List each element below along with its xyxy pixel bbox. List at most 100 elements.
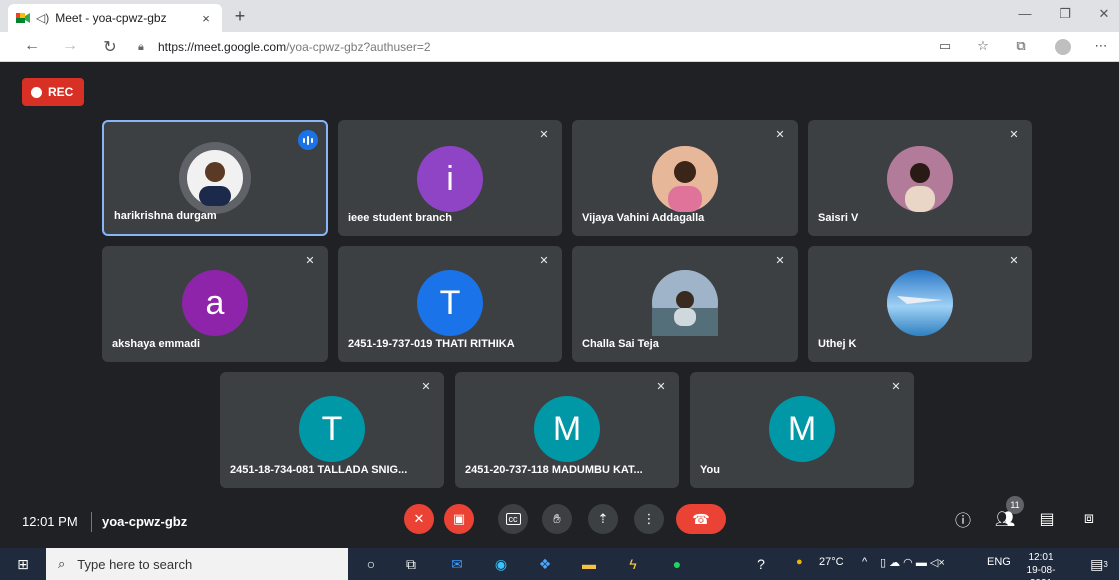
cast-icon[interactable]: ▭ (936, 38, 954, 54)
dropbox-icon[interactable]: ❖ (532, 552, 558, 576)
participant-name: You (700, 464, 720, 476)
weather-icon[interactable]: ● (796, 556, 803, 568)
new-tab-button[interactable]: + (230, 6, 250, 27)
reload-icon[interactable]: ↻ (100, 37, 120, 57)
captions-icon: cc (505, 513, 521, 525)
meeting-details-icon[interactable]: ⓘ (952, 508, 974, 530)
hang-up-icon: ☎ (692, 510, 710, 527)
mic-off-icon: ✕ (1009, 129, 1019, 141)
browser-tab-bar: ◁) Meet - yoa-cpwz-gbz × + — ❐ ✕ (0, 0, 1119, 32)
participant-name: 2451-18-734-081 TALLADA SNIG... (230, 464, 408, 476)
restore-icon[interactable]: ❐ (1050, 6, 1080, 22)
chat-icon[interactable]: ▤ (1036, 508, 1058, 530)
people-icon[interactable]: 👥︎ (994, 508, 1016, 530)
participant-name: Challa Sai Teja (582, 338, 659, 350)
cortana-icon[interactable]: ○ (358, 552, 384, 576)
notifications-icon[interactable]: ▤ 3 (1086, 552, 1112, 576)
recording-indicator[interactable]: REC (22, 78, 84, 106)
activities-icon[interactable]: ⧈ (1078, 508, 1100, 530)
tray-icons[interactable]: ▯ ☁ ◠ ▬ ◁× (880, 556, 945, 569)
favorites-icon[interactable]: ☆ (974, 38, 992, 54)
meeting-time: 12:01 PM (22, 514, 78, 529)
participant-tile[interactable]: harikrishna durgam (102, 120, 328, 236)
windows-taskbar: ⊞ ⌕ Type here to search ○ ⧉ ✉ ◉ ❖ ▬ ϟ ● … (0, 548, 1119, 580)
leave-call-button[interactable]: ☎ (676, 504, 726, 534)
separator (91, 512, 92, 532)
help-icon[interactable]: ? (748, 552, 774, 576)
more-options-button[interactable]: ⋮ (634, 504, 664, 534)
participant-tile[interactable]: ✕ i ieee student branch (338, 120, 562, 236)
browser-tab[interactable]: ◁) Meet - yoa-cpwz-gbz × (8, 4, 222, 32)
task-view-icon[interactable]: ⧉ (398, 552, 424, 576)
meet-control-bar: 12:01 PM yoa-cpwz-gbz ✕ ▣ cc ✋︎ ⇡ ⋮ ☎ ⓘ … (0, 496, 1119, 548)
url-host: https://meet.google.com (158, 40, 287, 54)
self-tile[interactable]: ✕ M You (690, 372, 914, 488)
participant-tile[interactable]: ✕ Challa Sai Teja (572, 246, 798, 362)
file-explorer-icon[interactable]: ▬ (576, 552, 602, 576)
present-button[interactable]: ⇡ (588, 504, 618, 534)
edge-icon[interactable]: ◉ (488, 552, 514, 576)
temperature: 27°C (819, 556, 844, 568)
participant-tile[interactable]: ✕ T 2451-18-734-081 TALLADA SNIG... (220, 372, 444, 488)
taskbar-search-box[interactable]: ⌕ Type here to search (46, 548, 348, 580)
url-field[interactable]: 🔒︎ https://meet.google.com/yoa-cpwz-gbz?… (138, 36, 918, 58)
participant-name: harikrishna durgam (114, 210, 217, 222)
meet-stage: REC harikrishna durgam ✕ i ieee student … (0, 62, 1119, 548)
participant-avatar: M (534, 396, 600, 462)
lock-icon[interactable]: 🔒︎ (138, 41, 152, 54)
windows-start-icon[interactable]: ⊞ (0, 548, 46, 580)
tab-title: Meet - yoa-cpwz-gbz (55, 11, 167, 25)
participant-avatar: T (417, 270, 483, 336)
forward-icon[interactable]: → (60, 37, 80, 55)
participant-avatar (179, 142, 251, 214)
participant-avatar (887, 146, 953, 212)
mic-off-icon: ✕ (1009, 255, 1019, 267)
spotify-icon[interactable]: ● (664, 552, 690, 576)
participant-name: ieee student branch (348, 212, 452, 224)
url-path: /yoa-cpwz-gbz?authuser=2 (286, 40, 431, 54)
captions-button[interactable]: cc (498, 504, 528, 534)
participant-name: akshaya emmadi (112, 338, 201, 350)
language-indicator[interactable]: ENG (987, 556, 1011, 568)
collections-icon[interactable]: ⧉ (1012, 38, 1030, 54)
mail-icon[interactable]: ✉ (444, 552, 470, 576)
mic-toggle-button[interactable]: ✕ (404, 504, 434, 534)
participant-avatar: T (299, 396, 365, 462)
taskbar-clock[interactable]: 12:01 19-08-2021 (1016, 551, 1066, 580)
search-placeholder: Type here to search (77, 556, 193, 572)
participant-tile[interactable]: ✕ T 2451-19-737-019 THATI RITHIKA (338, 246, 562, 362)
meet-logo-icon (16, 12, 30, 24)
taskbar-date: 19-08-2021 (1026, 565, 1056, 580)
participant-tile[interactable]: ✕ Saisri V (808, 120, 1032, 236)
mic-off-icon: ✕ (413, 511, 425, 526)
participant-tile[interactable]: ✕ a akshaya emmadi (102, 246, 328, 362)
tab-close-icon[interactable]: × (198, 11, 214, 26)
raise-hand-button[interactable]: ✋︎ (542, 504, 572, 534)
camera-toggle-button[interactable]: ▣ (444, 504, 474, 534)
mic-off-icon: ✕ (539, 255, 549, 267)
participant-tile[interactable]: ✕ Vijaya Vahini Addagalla (572, 120, 798, 236)
app-bolt-icon[interactable]: ϟ (620, 552, 646, 576)
screen: ◁) Meet - yoa-cpwz-gbz × + — ❐ ✕ ← → ↻ 🔒… (0, 0, 1119, 580)
participant-avatar: a (182, 270, 248, 336)
mic-off-icon: ✕ (539, 129, 549, 141)
close-window-icon[interactable]: ✕ (1089, 6, 1119, 22)
minimize-icon[interactable]: — (1010, 6, 1040, 21)
participant-avatar (652, 146, 718, 212)
participant-avatar: i (417, 146, 483, 212)
meeting-code: yoa-cpwz-gbz (102, 514, 188, 529)
back-icon[interactable]: ← (22, 37, 42, 55)
participant-name: 2451-20-737-118 MADUMBU KAT... (465, 464, 643, 476)
mic-off-icon: ✕ (775, 255, 785, 267)
profile-icon[interactable] (1055, 39, 1071, 55)
participant-name: Uthej K (818, 338, 857, 350)
notification-count: 3 (1103, 559, 1108, 569)
mic-off-icon: ✕ (305, 255, 315, 267)
show-hidden-icons[interactable]: ^ (862, 556, 867, 568)
more-icon[interactable]: ⋯ (1092, 38, 1110, 54)
audio-playing-icon[interactable]: ◁) (36, 11, 49, 25)
participant-tile[interactable]: ✕ Uthej K (808, 246, 1032, 362)
mic-off-icon: ✕ (891, 381, 901, 393)
participant-tile[interactable]: ✕ M 2451-20-737-118 MADUMBU KAT... (455, 372, 679, 488)
present-screen-icon: ⇡ (597, 511, 609, 526)
